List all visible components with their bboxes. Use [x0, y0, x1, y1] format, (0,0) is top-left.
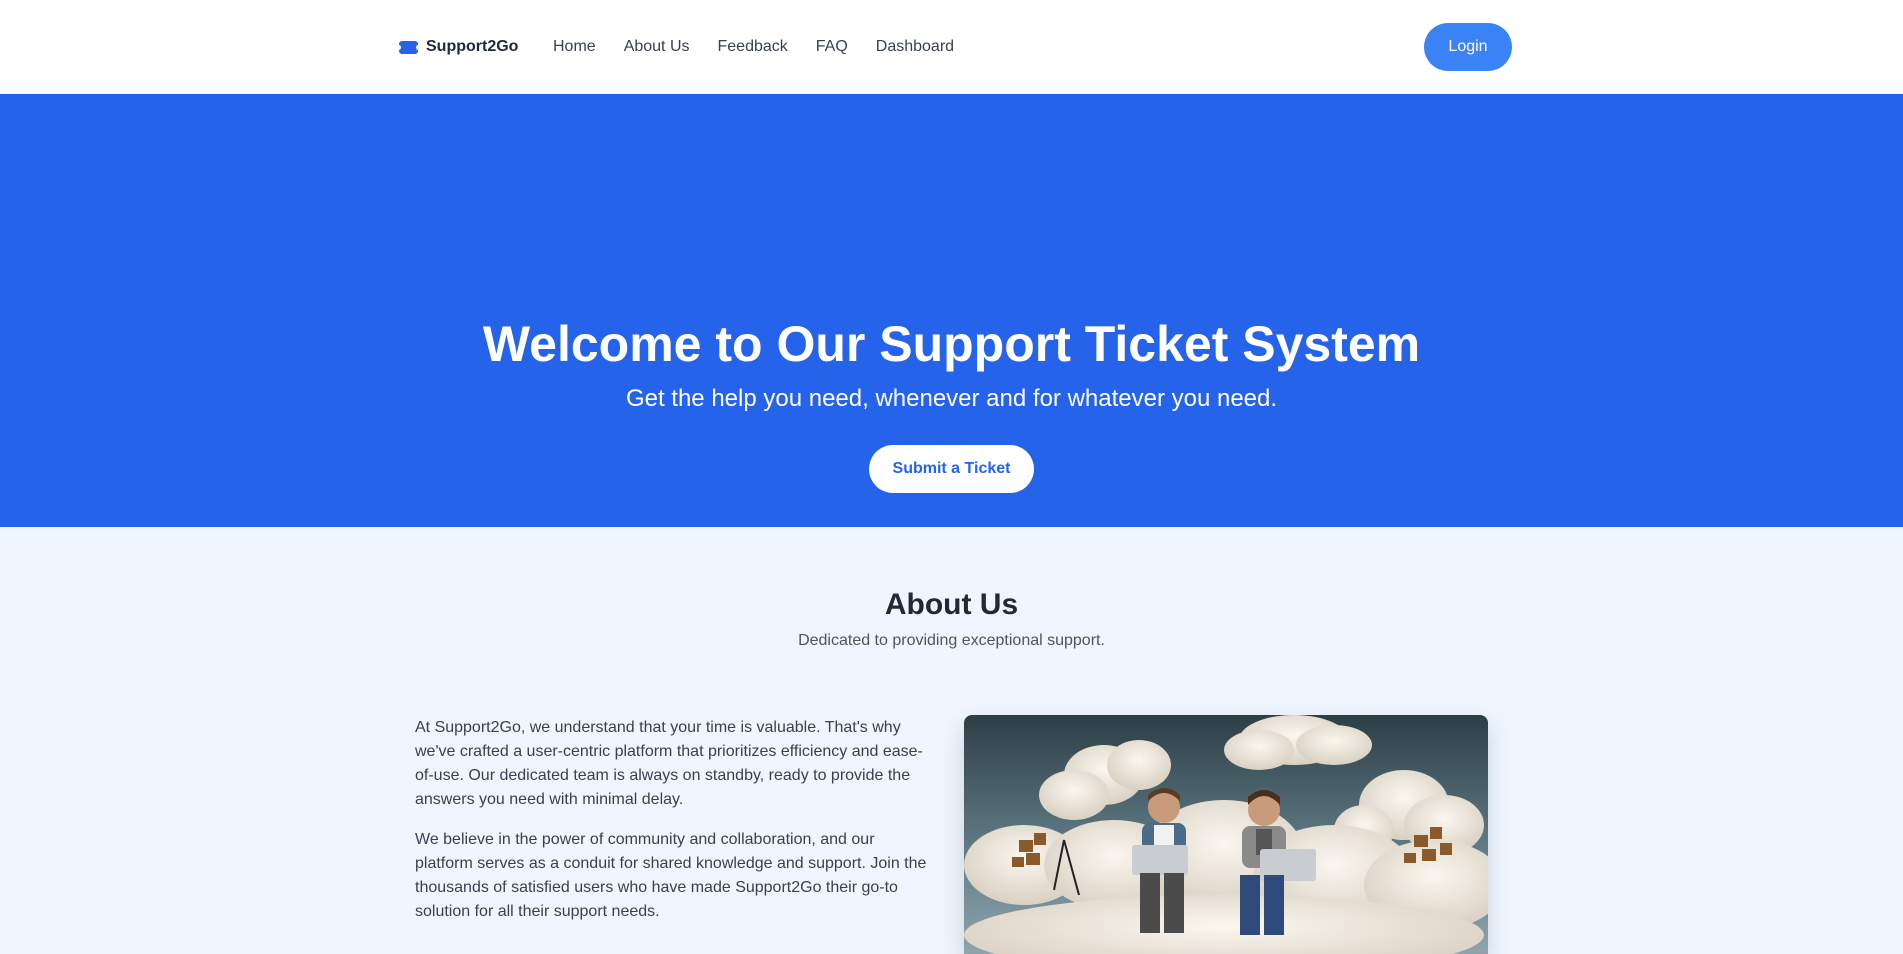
nav-link-home[interactable]: Home — [553, 38, 596, 56]
nav-link-feedback[interactable]: Feedback — [718, 38, 788, 56]
about-paragraph: At Support2Go, we understand that your t… — [415, 719, 923, 808]
nav-link-dashboard[interactable]: Dashboard — [876, 38, 954, 56]
about-title: About Us — [884, 588, 1019, 621]
team-illustration — [964, 715, 1488, 954]
hero-title: Welcome to Our Support Ticket System — [482, 316, 1421, 372]
site-header: Support2Go Home About Us Feedback FAQ Da… — [0, 0, 1903, 94]
submit-ticket-button[interactable]: Submit a Ticket — [869, 445, 1034, 493]
main-nav: Home About Us Feedback FAQ Dashboard — [553, 0, 954, 94]
nav-link-faq[interactable]: FAQ — [816, 38, 848, 56]
brand-logo[interactable]: Support2Go — [397, 0, 519, 94]
nav-link-about-us[interactable]: About Us — [624, 38, 690, 56]
hero-subtitle: Get the help you need, whenever and for … — [625, 385, 1278, 412]
about-paragraph: We believe in the power of community and… — [415, 831, 927, 920]
about-image — [964, 715, 1488, 954]
brand-name: Support2Go — [426, 38, 519, 55]
hero-section: Welcome to Our Support Ticket System Get… — [0, 94, 1903, 527]
login-button[interactable]: Login — [1424, 23, 1512, 71]
ticket-icon — [397, 40, 420, 54]
about-section: About Us Dedicated to providing exceptio… — [0, 527, 1903, 954]
about-subtitle: Dedicated to providing exceptional suppo… — [798, 632, 1105, 649]
about-text: At Support2Go, we understand that your t… — [415, 716, 933, 924]
